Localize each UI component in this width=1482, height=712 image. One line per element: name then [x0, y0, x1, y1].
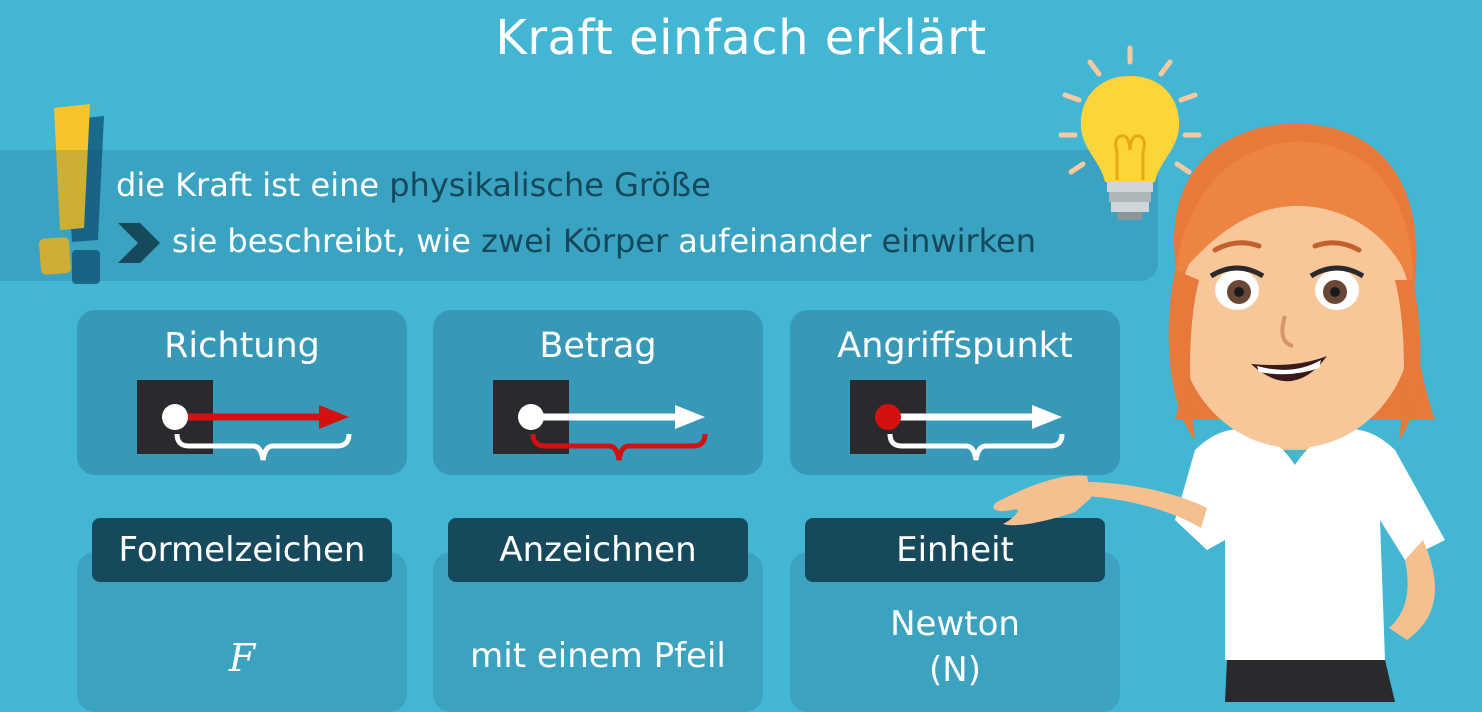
detail-heading-anzeichnen: Anzeichnen	[448, 518, 748, 582]
definition-text: sie beschreibt, wie	[172, 222, 482, 260]
definition-text: die Kraft ist eine	[116, 166, 390, 204]
definition-highlight: physikalische Größe	[389, 166, 711, 204]
detail-heading-formelzeichen: Formelzeichen	[92, 518, 392, 582]
teacher-illustration	[993, 123, 1445, 702]
formula-symbol: F	[228, 636, 256, 680]
drawing-method: mit einem Pfeil	[470, 636, 726, 676]
definition-line-2: sie beschreibt, wie zwei Körper aufeinan…	[172, 222, 1036, 260]
definition-line-1: die Kraft ist eine physikalische Größe	[116, 166, 711, 204]
chevron-right-icon	[118, 223, 160, 263]
page-title: Kraft einfach erklärt	[495, 10, 987, 66]
definition-text: aufeinander	[668, 222, 882, 260]
property-card-richtung: Richtung	[77, 310, 407, 475]
force-arrow-diagram	[137, 380, 352, 461]
property-card-betrag: Betrag	[433, 310, 763, 475]
force-arrow-diagram	[493, 380, 708, 461]
definition-highlight: zwei Körper	[481, 222, 669, 260]
